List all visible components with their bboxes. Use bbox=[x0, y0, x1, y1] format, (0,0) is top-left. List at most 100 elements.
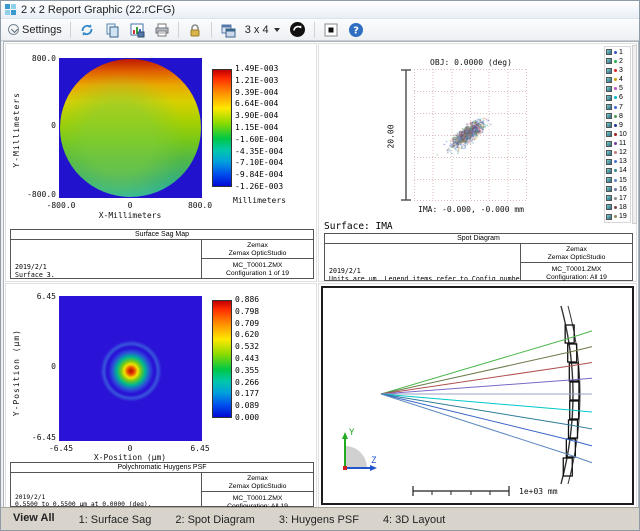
sag-colorbar-unit: Millimeters bbox=[233, 196, 286, 205]
legend-thumbnail-icon bbox=[606, 104, 612, 111]
refresh-button[interactable] bbox=[76, 21, 98, 39]
view-tab[interactable]: 4: 3D Layout bbox=[374, 512, 458, 530]
spot-ima-label: IMA: -0.000, -0.000 mm bbox=[418, 205, 524, 214]
legend-color-dot bbox=[614, 215, 617, 219]
panel-huygens-psf[interactable]: Y-Position (µm) 6.45 0 -6.45 -6.45 0 6.4… bbox=[5, 283, 317, 510]
window-icon bbox=[5, 4, 16, 15]
view-tab[interactable]: View All bbox=[4, 510, 68, 530]
settings-button[interactable]: Settings bbox=[5, 23, 65, 37]
colorbar-label: 3.90E-004 bbox=[235, 111, 279, 121]
legend-item[interactable]: 3 bbox=[606, 66, 629, 75]
view-tab-label: 1: Surface Sag bbox=[78, 514, 152, 526]
psf-y-tick: 0 bbox=[51, 362, 56, 371]
view-tab[interactable]: 1: Surface Sag bbox=[70, 512, 165, 530]
legend-thumbnail-icon bbox=[606, 94, 612, 101]
legend-item[interactable]: 14 bbox=[606, 167, 629, 176]
legend-config-number: 9 bbox=[619, 121, 623, 129]
annotation-line: Surface 3. bbox=[15, 270, 55, 278]
colorbar-label: 1.15E-004 bbox=[235, 122, 279, 132]
legend-item[interactable]: 19 bbox=[606, 212, 629, 221]
sag-y-tick: 0 bbox=[51, 121, 56, 130]
print-button[interactable] bbox=[151, 21, 173, 39]
file-name: MC_T0001.ZMX bbox=[232, 495, 283, 502]
help-button[interactable]: ? bbox=[345, 21, 367, 39]
legend-item[interactable]: 7 bbox=[606, 103, 629, 112]
legend-item[interactable]: 5 bbox=[606, 85, 629, 94]
legend-item[interactable]: 8 bbox=[606, 112, 629, 121]
view-tab[interactable]: 2: Spot Diagram bbox=[166, 512, 267, 530]
legend-config-number: 6 bbox=[619, 94, 623, 102]
legend-thumbnail-icon bbox=[606, 58, 612, 65]
legend-item[interactable]: 4 bbox=[606, 75, 629, 84]
report-graphic-window: 2 x 2 Report Graphic (22.rCFG) Settings bbox=[0, 0, 640, 531]
legend-config-number: 14 bbox=[619, 167, 627, 175]
chevron-down-icon bbox=[8, 24, 19, 35]
configuration-label: Configuration: All 19 bbox=[546, 274, 607, 281]
psf-core-spot bbox=[107, 348, 154, 395]
legend-thumbnail-icon bbox=[606, 140, 612, 147]
settings-label: Settings bbox=[22, 23, 62, 36]
spot-brand-block: Zemax Zemax OpticStudio MC_T0001.ZMX Con… bbox=[520, 244, 632, 281]
legend-thumbnail-icon bbox=[606, 85, 612, 92]
legend-thumbnail-icon bbox=[606, 167, 612, 174]
legend-config-number: 3 bbox=[619, 67, 623, 75]
frame-button[interactable] bbox=[320, 21, 342, 39]
legend-color-dot bbox=[614, 105, 617, 109]
spot-annotation-title: Spot Diagram bbox=[325, 234, 632, 244]
legend-item[interactable]: 16 bbox=[606, 185, 629, 194]
view-tab[interactable]: 3: Huygens PSF bbox=[270, 512, 372, 530]
legend-config-number: 16 bbox=[619, 185, 627, 193]
legend-item[interactable]: 15 bbox=[606, 176, 629, 185]
view-tab-label: 2: Spot Diagram bbox=[175, 514, 255, 526]
svg-text:?: ? bbox=[353, 25, 359, 36]
spot-scale-label: 20.00 bbox=[386, 124, 396, 149]
grid-size-dropdown[interactable]: 3 x 4 bbox=[242, 23, 283, 37]
titlebar: 2 x 2 Report Graphic (22.rCFG) bbox=[1, 1, 639, 19]
configuration-label: Configuration 1 of 19 bbox=[225, 270, 290, 277]
legend-thumbnail-icon bbox=[606, 149, 612, 156]
sag-brand-block: Zemax Zemax OpticStudio MC_T0001.ZMX Con… bbox=[201, 240, 313, 278]
spot-config-legend: 1 2 3 4 5 6 7 8 9 10 11 12 13 14 15 16 1… bbox=[604, 46, 631, 223]
colorbar-label: 1.49E-003 bbox=[235, 64, 279, 73]
lock-button[interactable] bbox=[184, 21, 206, 39]
legend-config-number: 8 bbox=[619, 112, 623, 120]
legend-item[interactable]: 18 bbox=[606, 203, 629, 212]
legend-thumbnail-icon bbox=[606, 122, 612, 129]
tile-window-button[interactable] bbox=[217, 21, 239, 39]
tile-window-icon bbox=[221, 24, 236, 37]
sag-map-aperture bbox=[60, 59, 201, 197]
legend-item[interactable]: 6 bbox=[606, 94, 629, 103]
save-graphic-button[interactable] bbox=[126, 21, 148, 39]
window-title: 2 x 2 Report Graphic (22.rCFG) bbox=[21, 3, 176, 16]
colorbar-label: -1.60E-004 bbox=[235, 134, 284, 144]
legend-config-number: 15 bbox=[619, 176, 627, 184]
sag-annotation-title: Surface Sag Map bbox=[11, 230, 313, 240]
colorbar-label: -1.26E-003 bbox=[235, 181, 284, 191]
legend-item[interactable]: 10 bbox=[606, 130, 629, 139]
brand-name: Zemax bbox=[247, 475, 268, 482]
legend-item[interactable]: 13 bbox=[606, 158, 629, 167]
spot-surface-label: Surface: IMA bbox=[324, 221, 393, 232]
psf-intensity-plot bbox=[59, 296, 202, 441]
legend-color-dot bbox=[614, 59, 617, 63]
copy-button[interactable] bbox=[101, 21, 123, 39]
legend-scrollbar[interactable] bbox=[632, 45, 637, 224]
panel-spot-diagram[interactable]: OBJ: 0.0000 (deg) 20.00 IMA: -0.000, -0.… bbox=[318, 43, 637, 282]
legend-item[interactable]: 12 bbox=[606, 148, 629, 157]
colorbar-label: 9.39E-004 bbox=[235, 87, 279, 97]
legend-item[interactable]: 11 bbox=[606, 139, 629, 148]
legend-item[interactable]: 17 bbox=[606, 194, 629, 203]
colorbar-label: 0.532 bbox=[235, 342, 260, 352]
panel-surface-sag[interactable]: Y-Millimeters 800.0 0 -800.0 -800.0 0 80… bbox=[5, 43, 317, 282]
colorbar-label: 0.620 bbox=[235, 330, 260, 340]
svg-text:Y: Y bbox=[349, 428, 355, 438]
legend-item[interactable]: 1 bbox=[606, 48, 629, 57]
legend-item[interactable]: 2 bbox=[606, 57, 629, 66]
psf-y-axis-label: Y-Position (µm) bbox=[12, 329, 21, 417]
colorbar-label: 0.886 bbox=[235, 295, 260, 304]
panel-3d-layout[interactable]: Y Z 1e+03 mm bbox=[318, 283, 637, 508]
legend-item[interactable]: 9 bbox=[606, 121, 629, 130]
brand-name: Zemax bbox=[566, 246, 587, 253]
colorbar-label: 0.000 bbox=[235, 412, 260, 422]
record-button[interactable] bbox=[286, 20, 309, 39]
